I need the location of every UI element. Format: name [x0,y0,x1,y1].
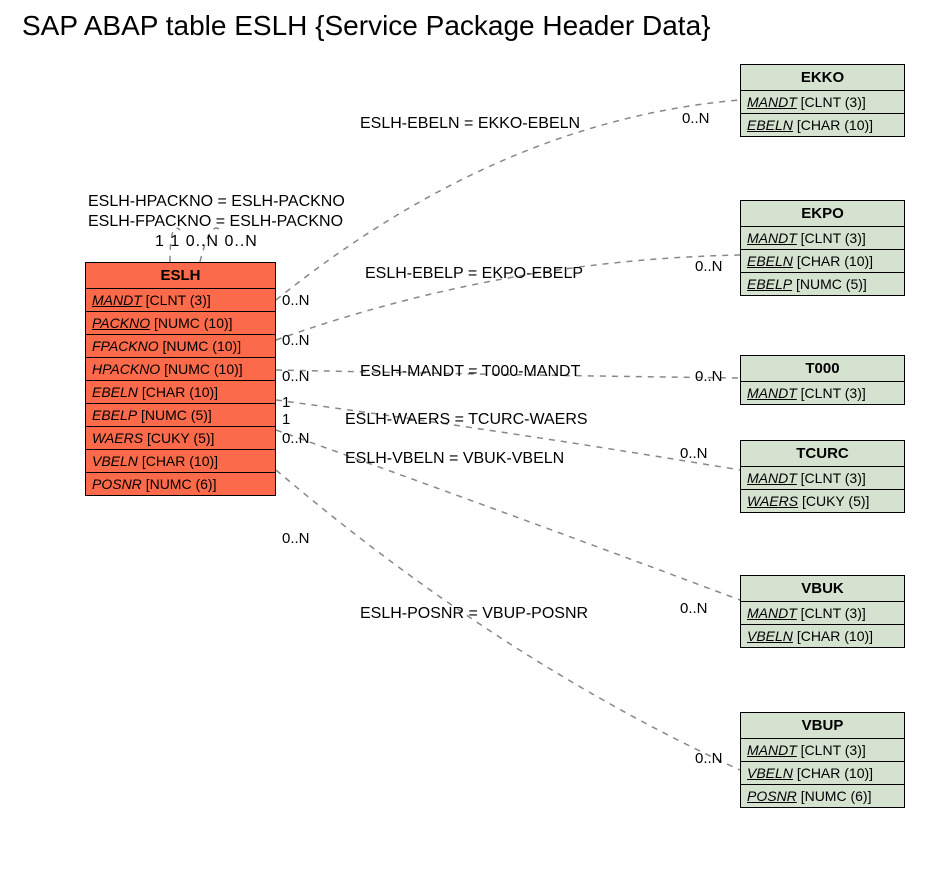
entity-eslh-header: ESLH [86,263,275,289]
field-row: PACKNO [NUMC (10)] [86,312,275,335]
field-row: EBELN [CHAR (10)] [741,250,904,273]
entity-ekpo: EKPO MANDT [CLNT (3)] EBELN [CHAR (10)] … [740,200,905,296]
entity-t000-header: T000 [741,356,904,382]
field-row: POSNR [NUMC (6)] [86,473,275,495]
relation-tcurc-rightcard: 1 [282,411,290,428]
relation-t000-leftcard: 0..N [282,368,310,385]
relation-ekko-leftcard: 0..N [282,292,310,309]
field-row: MANDT [CLNT (3)] [741,467,904,490]
self-relation-1: ESLH-HPACKNO = ESLH-PACKNO [88,193,345,211]
relation-vbup-rightcard2: 0..N [695,750,723,767]
entity-ekko: EKKO MANDT [CLNT (3)] EBELN [CHAR (10)] [740,64,905,137]
entity-vbuk: VBUK MANDT [CLNT (3)] VBELN [CHAR (10)] [740,575,905,648]
relation-vbuk-label: ESLH-VBELN = VBUK-VBELN [345,450,564,468]
field-row: MANDT [CLNT (3)] [741,739,904,762]
relation-vbup-rightcard: 0..N [680,600,708,617]
field-row: FPACKNO [NUMC (10)] [86,335,275,358]
field-row: VBELN [CHAR (10)] [86,450,275,473]
entity-vbup: VBUP MANDT [CLNT (3)] VBELN [CHAR (10)] … [740,712,905,808]
relation-ekpo-leftcard: 0..N [282,332,310,349]
entity-tcurc-header: TCURC [741,441,904,467]
field-row: WAERS [CUKY (5)] [741,490,904,512]
self-relation-2: ESLH-FPACKNO = ESLH-PACKNO [88,213,343,231]
relation-t000-label: ESLH-MANDT = T000-MANDT [360,363,580,381]
field-row: POSNR [NUMC (6)] [741,785,904,807]
relation-tcurc-leftcard: 1 [282,394,290,411]
relation-vbup-leftcard: 0..N [282,530,310,547]
relation-ekpo-label: ESLH-EBELP = EKPO-EBELP [365,265,583,283]
entity-tcurc: TCURC MANDT [CLNT (3)] WAERS [CUKY (5)] [740,440,905,513]
field-row: EBELP [NUMC (5)] [86,404,275,427]
relation-t000-rightcard: 0..N [695,368,723,385]
field-row: EBELN [CHAR (10)] [86,381,275,404]
field-row: MANDT [CLNT (3)] [741,602,904,625]
diagram-title: SAP ABAP table ESLH {Service Package Hea… [22,10,711,42]
field-row: MANDT [CLNT (3)] [86,289,275,312]
relation-tcurc-label: ESLH-WAERS = TCURC-WAERS [345,411,588,429]
self-relation-cards: 1 1 0..N 0..N [155,233,258,251]
entity-eslh: ESLH MANDT [CLNT (3)] PACKNO [NUMC (10)]… [85,262,276,496]
entity-t000: T000 MANDT [CLNT (3)] [740,355,905,405]
entity-ekko-header: EKKO [741,65,904,91]
entity-vbup-header: VBUP [741,713,904,739]
field-row: EBELN [CHAR (10)] [741,114,904,136]
relation-vbup-label: ESLH-POSNR = VBUP-POSNR [360,605,588,623]
entity-ekpo-header: EKPO [741,201,904,227]
relation-ekko-label: ESLH-EBELN = EKKO-EBELN [360,115,580,133]
entity-vbuk-header: VBUK [741,576,904,602]
field-row: EBELP [NUMC (5)] [741,273,904,295]
field-row: VBELN [CHAR (10)] [741,625,904,647]
field-row: MANDT [CLNT (3)] [741,91,904,114]
relation-ekko-rightcard: 0..N [682,110,710,127]
relation-ekpo-rightcard: 0..N [695,258,723,275]
field-row: MANDT [CLNT (3)] [741,227,904,250]
relation-vbuk-rightcard: 0..N [680,445,708,462]
relation-vbuk-leftcard: 0..N [282,430,310,447]
field-row: WAERS [CUKY (5)] [86,427,275,450]
field-row: HPACKNO [NUMC (10)] [86,358,275,381]
field-row: VBELN [CHAR (10)] [741,762,904,785]
field-row: MANDT [CLNT (3)] [741,382,904,404]
